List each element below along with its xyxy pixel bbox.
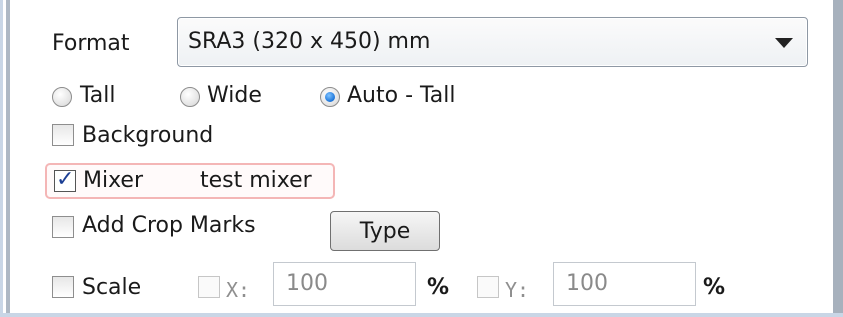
format-label: Format [52,31,130,56]
scale-label: Scale [82,275,142,300]
panel-frame-left [0,0,3,317]
scale-x-checkbox[interactable] [198,276,220,298]
radio-wide[interactable] [180,87,200,107]
radio-wide-label: Wide [207,83,262,108]
format-selected-value: SRA3 (320 x 450) mm [188,29,431,54]
background-checkbox[interactable] [52,124,74,146]
radio-tall[interactable] [52,87,72,107]
scale-y-label: Y: [505,278,530,302]
panel-frame-left-inner [6,0,10,317]
scale-x-input[interactable]: 100 [273,262,416,306]
scale-y-unit: % [703,275,726,300]
crop-marks-checkbox[interactable] [52,216,74,238]
mixer-value: test mixer [200,168,312,193]
crop-type-button[interactable]: Type [330,211,440,251]
radio-auto-tall-label: Auto - Tall [347,83,456,108]
scale-checkbox[interactable] [52,276,74,298]
format-dropdown[interactable]: SRA3 (320 x 450) mm [177,17,808,67]
chevron-down-icon[interactable] [775,38,793,48]
panel-frame-bottom [0,313,843,317]
crop-marks-label: Add Crop Marks [82,213,256,238]
scale-x-unit: % [427,275,450,300]
radio-tall-label: Tall [80,83,116,108]
radio-auto-tall[interactable] [320,87,340,107]
scale-y-input[interactable]: 100 [553,262,696,306]
scale-y-checkbox[interactable] [477,276,499,298]
panel-frame-right [833,0,843,317]
mixer-label: Mixer [83,168,144,193]
background-label: Background [82,123,214,148]
mixer-checkbox[interactable] [54,167,76,192]
scale-x-label: X: [226,278,251,302]
